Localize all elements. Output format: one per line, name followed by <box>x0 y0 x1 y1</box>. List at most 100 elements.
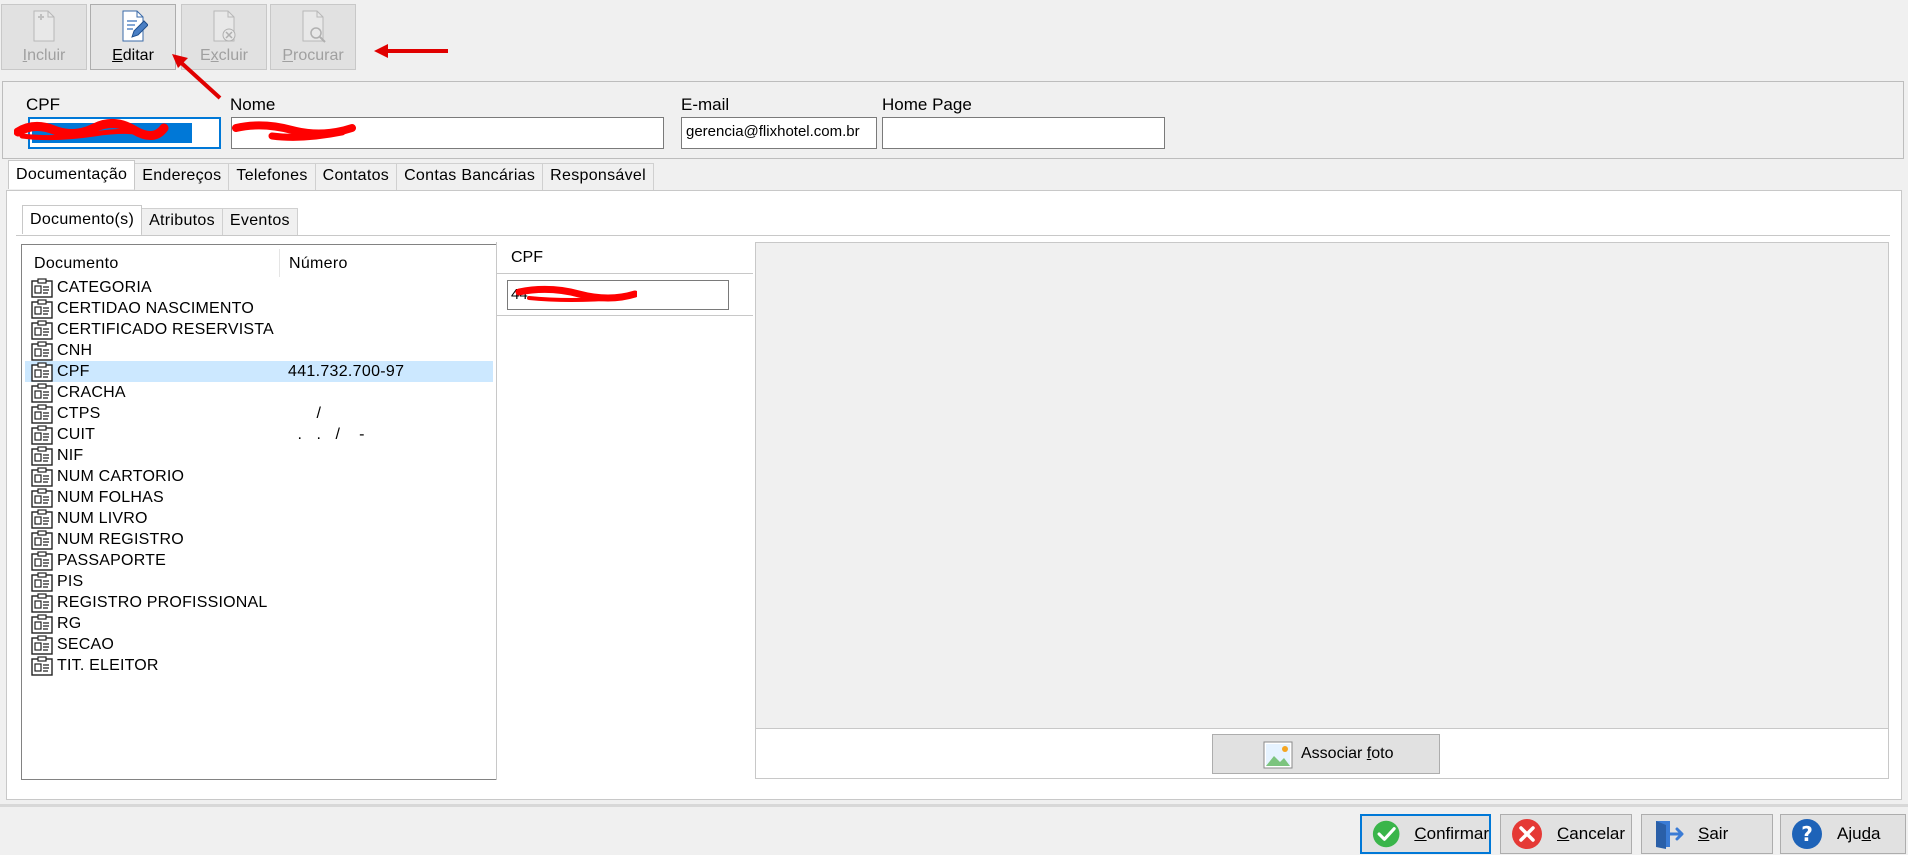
col-documento-header[interactable]: Documento <box>34 255 119 273</box>
document-card-icon <box>31 277 53 298</box>
exit-door-icon <box>1656 821 1684 849</box>
tab-telefones[interactable]: Telefones <box>228 163 316 190</box>
document-name: CPF <box>57 362 90 380</box>
help-icon: ? <box>1792 819 1822 849</box>
tab-atributos[interactable]: Atributos <box>141 208 223 235</box>
email-field[interactable]: gerencia@flixhotel.com.br <box>681 117 877 149</box>
column-separator <box>279 249 280 277</box>
document-name: CUIT <box>57 425 96 443</box>
document-card-icon <box>31 550 53 571</box>
ajuda-label: Ajuda <box>1837 824 1881 843</box>
edit-document-icon <box>122 10 148 42</box>
document-row[interactable]: PASSAPORTE <box>25 550 493 571</box>
search-document-icon <box>302 10 326 43</box>
document-row[interactable]: SECAO <box>25 634 493 655</box>
document-card-icon <box>31 361 53 382</box>
document-card-icon <box>31 655 53 676</box>
document-detail-panel: CPF 44 <box>496 242 754 780</box>
document-name: CERTIFICADO RESERVISTA <box>57 320 274 338</box>
document-row[interactable]: NUM REGISTRO <box>25 529 493 550</box>
incluir-button[interactable]: Incluir <box>1 4 87 70</box>
redaction-scribble-nome <box>232 121 356 141</box>
document-name: NUM FOLHAS <box>57 488 164 506</box>
annotation-arrow-toolbar <box>374 44 448 58</box>
confirmar-label: Confirmar <box>1414 824 1489 843</box>
document-row[interactable]: CERTIDAO NASCIMENTO <box>25 298 493 319</box>
document-row[interactable]: NUM CARTORIO <box>25 466 493 487</box>
annotation-arrow-editar <box>172 54 222 100</box>
redaction-scribble-detail <box>515 285 637 302</box>
editar-button[interactable]: Editar <box>90 4 176 70</box>
document-row[interactable]: NIF <box>25 445 493 466</box>
homepage-field[interactable] <box>882 117 1165 149</box>
main-tabs: Documentação Endereços Telefones Contato… <box>8 160 654 191</box>
tab-contatos[interactable]: Contatos <box>314 163 398 190</box>
confirmar-button[interactable]: Confirmar <box>1360 814 1491 854</box>
photo-actions-bar: Associar foto <box>756 728 1888 778</box>
document-card-icon <box>31 592 53 613</box>
redaction-scribble-cpf <box>14 119 169 141</box>
document-subtabs: Documento(s) Atributos Eventos <box>22 205 298 236</box>
tab-enderecos[interactable]: Endereços <box>134 163 230 190</box>
document-row[interactable]: CRACHA <box>25 382 493 403</box>
col-numero-header[interactable]: Número <box>289 255 348 273</box>
document-card-icon <box>31 466 53 487</box>
document-name: RG <box>57 614 82 632</box>
cancel-icon <box>1512 819 1542 849</box>
document-name: NIF <box>57 446 84 464</box>
document-name: CRACHA <box>57 383 126 401</box>
document-name: CTPS <box>57 404 101 422</box>
document-row[interactable]: CATEGORIA <box>25 277 493 298</box>
cancelar-button[interactable]: Cancelar <box>1500 814 1632 854</box>
document-list[interactable]: Documento Número CATEGORIA CERTIDAO NASCI… <box>21 244 497 780</box>
document-number: / <box>288 404 322 422</box>
document-name: NUM CARTORIO <box>57 467 185 485</box>
subtab-divider <box>16 235 1890 236</box>
picture-icon <box>1263 741 1293 769</box>
document-name: REGISTRO PROFISSIONAL <box>57 593 268 611</box>
document-name: NUM REGISTRO <box>57 530 184 548</box>
document-number: 441.732.700-97 <box>288 362 405 380</box>
homepage-label: Home Page <box>882 95 972 114</box>
document-name: CNH <box>57 341 93 359</box>
tab-eventos[interactable]: Eventos <box>221 208 298 235</box>
procurar-button[interactable]: Procurar <box>270 4 356 70</box>
tab-responsavel[interactable]: Responsável <box>542 163 654 190</box>
detail-row: 44 <box>497 274 753 316</box>
tab-documentacao[interactable]: Documentação <box>8 160 136 189</box>
document-card-icon <box>31 340 53 361</box>
document-row[interactable]: REGISTRO PROFISSIONAL <box>25 592 493 613</box>
check-icon <box>1372 820 1400 848</box>
tab-documentos[interactable]: Documento(s) <box>22 205 143 234</box>
document-card-icon <box>31 529 53 550</box>
sair-button[interactable]: Sair <box>1641 814 1773 854</box>
document-row[interactable]: NUM LIVRO <box>25 508 493 529</box>
document-row[interactable]: RG <box>25 613 493 634</box>
document-name: SECAO <box>57 635 115 653</box>
associar-foto-button[interactable]: Associar foto <box>1212 734 1440 774</box>
document-name: PIS <box>57 572 84 590</box>
document-row[interactable]: CPF 441.732.700-97 <box>25 361 493 382</box>
document-row[interactable]: PIS <box>25 571 493 592</box>
document-card-icon <box>31 634 53 655</box>
ajuda-button[interactable]: ? Ajuda <box>1780 814 1906 854</box>
document-name: TIT. ELEITOR <box>57 656 159 674</box>
document-row[interactable]: CNH <box>25 340 493 361</box>
document-row[interactable]: CTPS / <box>25 403 493 424</box>
document-row[interactable]: CERTIFICADO RESERVISTA <box>25 319 493 340</box>
document-row[interactable]: TIT. ELEITOR <box>25 655 493 676</box>
document-number: . . / - <box>288 425 365 443</box>
document-name: PASSAPORTE <box>57 551 166 569</box>
document-card-icon <box>31 487 53 508</box>
editar-label: Editar <box>112 47 154 64</box>
footer-divider <box>0 804 1908 807</box>
document-card-icon <box>31 319 53 340</box>
photo-area: Associar foto <box>755 242 1889 779</box>
incluir-label: Incluir <box>22 47 66 64</box>
toolbar: Incluir Editar Excluir Procurar <box>0 0 1908 74</box>
document-card-icon <box>31 571 53 592</box>
document-card-icon <box>31 445 53 466</box>
document-row[interactable]: NUM FOLHAS <box>25 487 493 508</box>
document-row[interactable]: CUIT . . / - <box>25 424 493 445</box>
tab-contas-bancarias[interactable]: Contas Bancárias <box>396 163 544 190</box>
